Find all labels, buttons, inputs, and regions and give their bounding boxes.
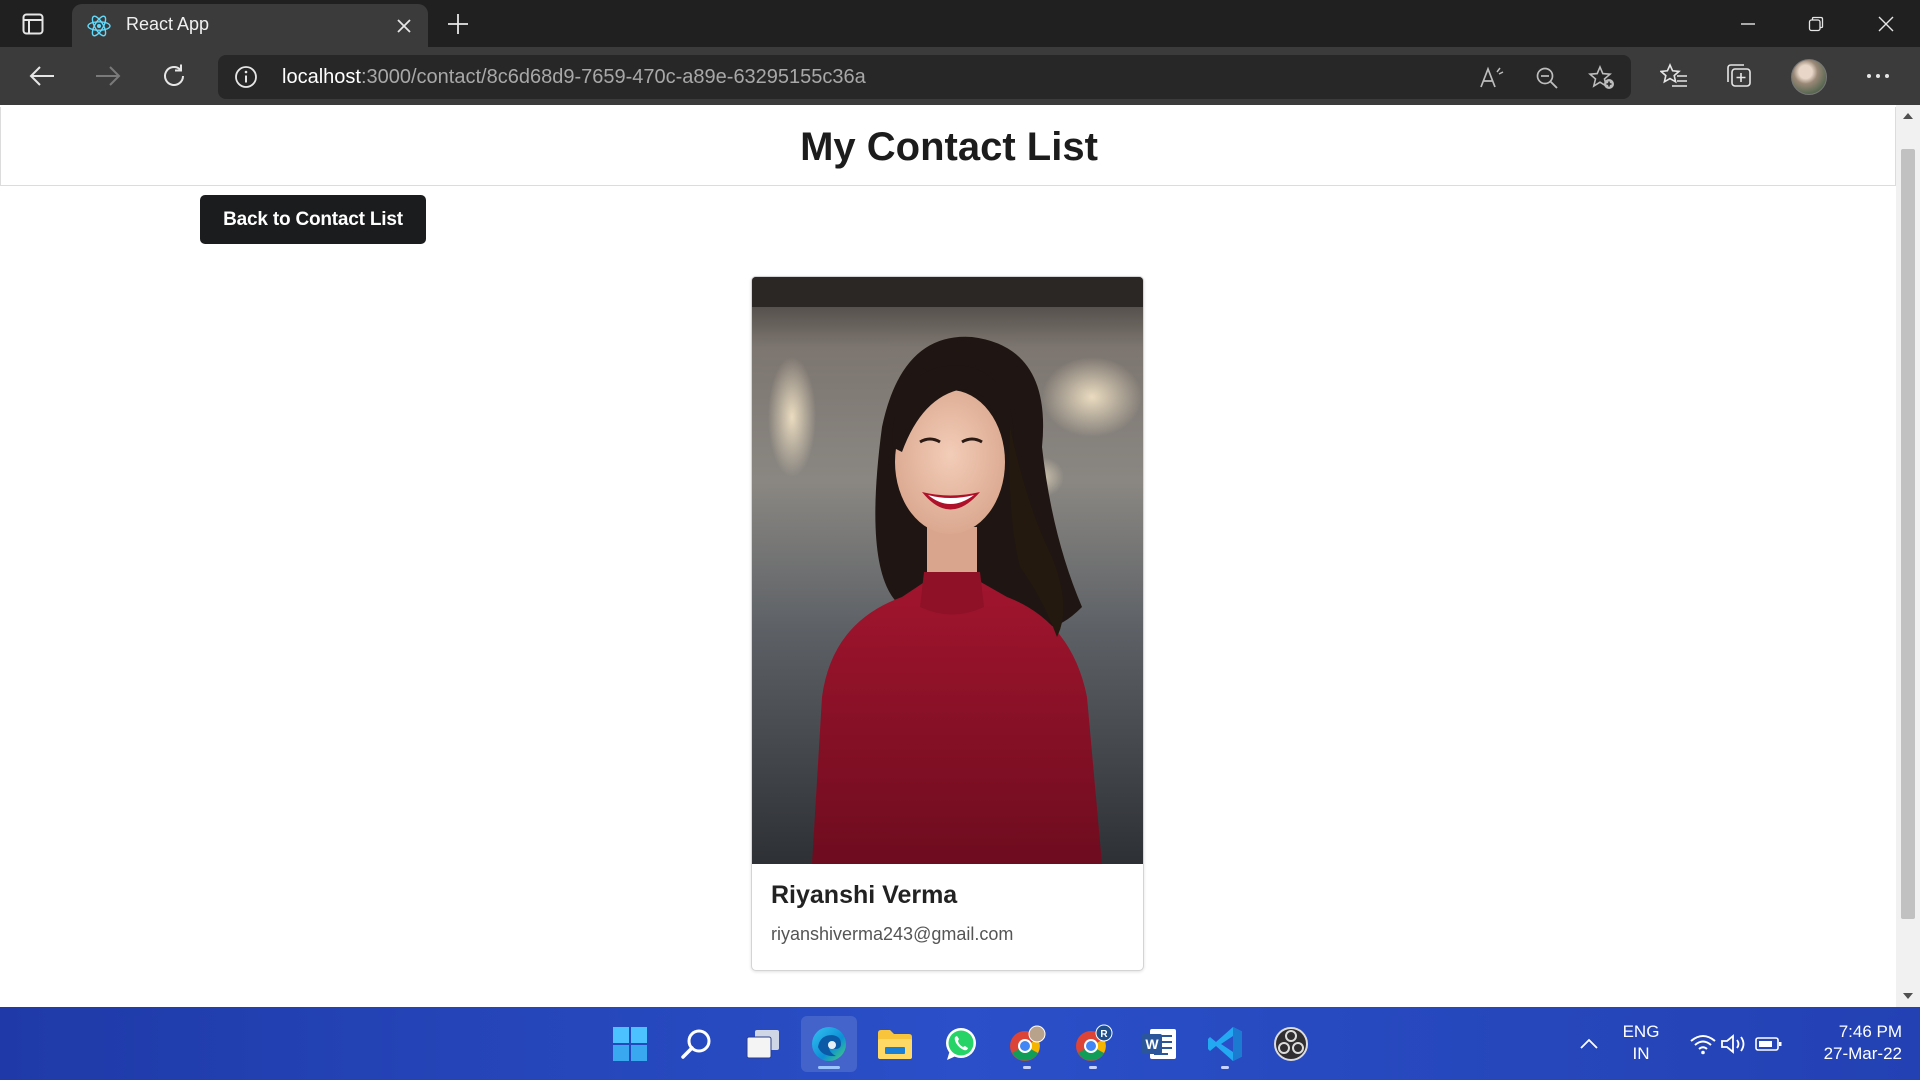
system-clock[interactable]: 7:46 PM 27-Mar-22 — [1796, 1021, 1902, 1065]
zoom-out-icon[interactable] — [1533, 64, 1561, 92]
search-icon[interactable] — [669, 1016, 725, 1072]
back-arrow-icon[interactable] — [24, 58, 60, 94]
page-title: My Contact List — [800, 125, 1098, 169]
tab-title: React App — [126, 14, 210, 34]
close-window-icon[interactable] — [1852, 0, 1920, 47]
url-text[interactable]: localhost:3000/contact/8c6d68d9-7659-470… — [282, 66, 866, 89]
forward-arrow-icon[interactable] — [90, 58, 126, 94]
collections-icon[interactable] — [1721, 58, 1757, 94]
url-host: localhost — [282, 66, 361, 88]
url-path: :3000/contact/8c6d68d9-7659-470c-a89e-63… — [360, 66, 866, 88]
address-bar[interactable]: localhost:3000/contact/8c6d68d9-7659-470… — [218, 55, 1631, 99]
contact-photo — [752, 277, 1143, 864]
windows-taskbar: R W ENG IN 7:46 PM 27-Mar-22 — [0, 1007, 1920, 1080]
svg-text:W: W — [1145, 1036, 1159, 1052]
page-viewport: My Contact List Back to Contact List Riy… — [0, 105, 1896, 1007]
contact-card: Riyanshi Verma riyanshiverma243@gmail.co… — [751, 276, 1144, 971]
clock-date: 27-Mar-22 — [1823, 1044, 1902, 1063]
show-hidden-icons-chevron-up-icon[interactable] — [1565, 1016, 1613, 1072]
more-options-icon[interactable] — [1860, 58, 1896, 94]
language-code: ENG — [1622, 1022, 1660, 1041]
scrollbar-thumb[interactable] — [1901, 149, 1915, 919]
file-explorer-icon[interactable] — [867, 1016, 923, 1072]
page-scrollbar[interactable] — [1896, 105, 1920, 1007]
contact-name: Riyanshi Verma — [771, 881, 958, 909]
task-view-icon[interactable] — [735, 1016, 791, 1072]
whatsapp-icon[interactable] — [933, 1016, 989, 1072]
obs-icon[interactable] — [1263, 1016, 1319, 1072]
restore-icon[interactable] — [1782, 0, 1850, 47]
tab-actions-icon[interactable] — [20, 11, 46, 37]
scroll-up-arrow-icon[interactable] — [1896, 105, 1920, 127]
page-header: My Contact List — [0, 107, 1896, 186]
minimize-icon[interactable] — [1714, 0, 1782, 47]
chrome-r-icon[interactable]: R — [1065, 1016, 1121, 1072]
language-region: IN — [1632, 1044, 1650, 1063]
word-icon[interactable]: W — [1131, 1016, 1187, 1072]
battery-icon[interactable] — [1749, 1016, 1789, 1072]
volume-icon[interactable] — [1714, 1016, 1754, 1072]
reload-icon[interactable] — [156, 58, 192, 94]
chrome-profile-icon[interactable] — [999, 1016, 1055, 1072]
clock-time: 7:46 PM — [1838, 1022, 1902, 1041]
close-tab-icon[interactable] — [390, 12, 418, 40]
add-favorite-icon[interactable] — [1588, 64, 1616, 92]
read-aloud-icon[interactable] — [1478, 64, 1506, 92]
running-app-indicator — [1023, 1066, 1031, 1069]
active-app-indicator — [818, 1066, 840, 1069]
svg-text:R: R — [1100, 1029, 1108, 1040]
running-app-indicator — [1221, 1066, 1229, 1069]
browser-toolbar: localhost:3000/contact/8c6d68d9-7659-470… — [0, 47, 1920, 105]
favorites-icon[interactable] — [1656, 58, 1692, 94]
browser-tab[interactable]: React App — [72, 4, 428, 47]
browser-tab-bar: React App — [0, 0, 1920, 47]
profile-avatar[interactable] — [1791, 59, 1827, 95]
running-app-indicator — [1089, 1066, 1097, 1069]
new-tab-icon[interactable] — [442, 8, 474, 40]
contact-email: riyanshiverma243@gmail.com — [771, 924, 1014, 944]
back-to-contact-list-button[interactable]: Back to Contact List — [200, 195, 426, 244]
input-language-indicator[interactable]: ENG IN — [1616, 1021, 1666, 1065]
info-icon[interactable] — [234, 65, 258, 89]
start-icon[interactable] — [602, 1016, 658, 1072]
edge-icon[interactable] — [801, 1016, 857, 1072]
vscode-icon[interactable] — [1197, 1016, 1253, 1072]
react-icon — [86, 13, 112, 39]
scroll-down-arrow-icon[interactable] — [1896, 985, 1920, 1007]
